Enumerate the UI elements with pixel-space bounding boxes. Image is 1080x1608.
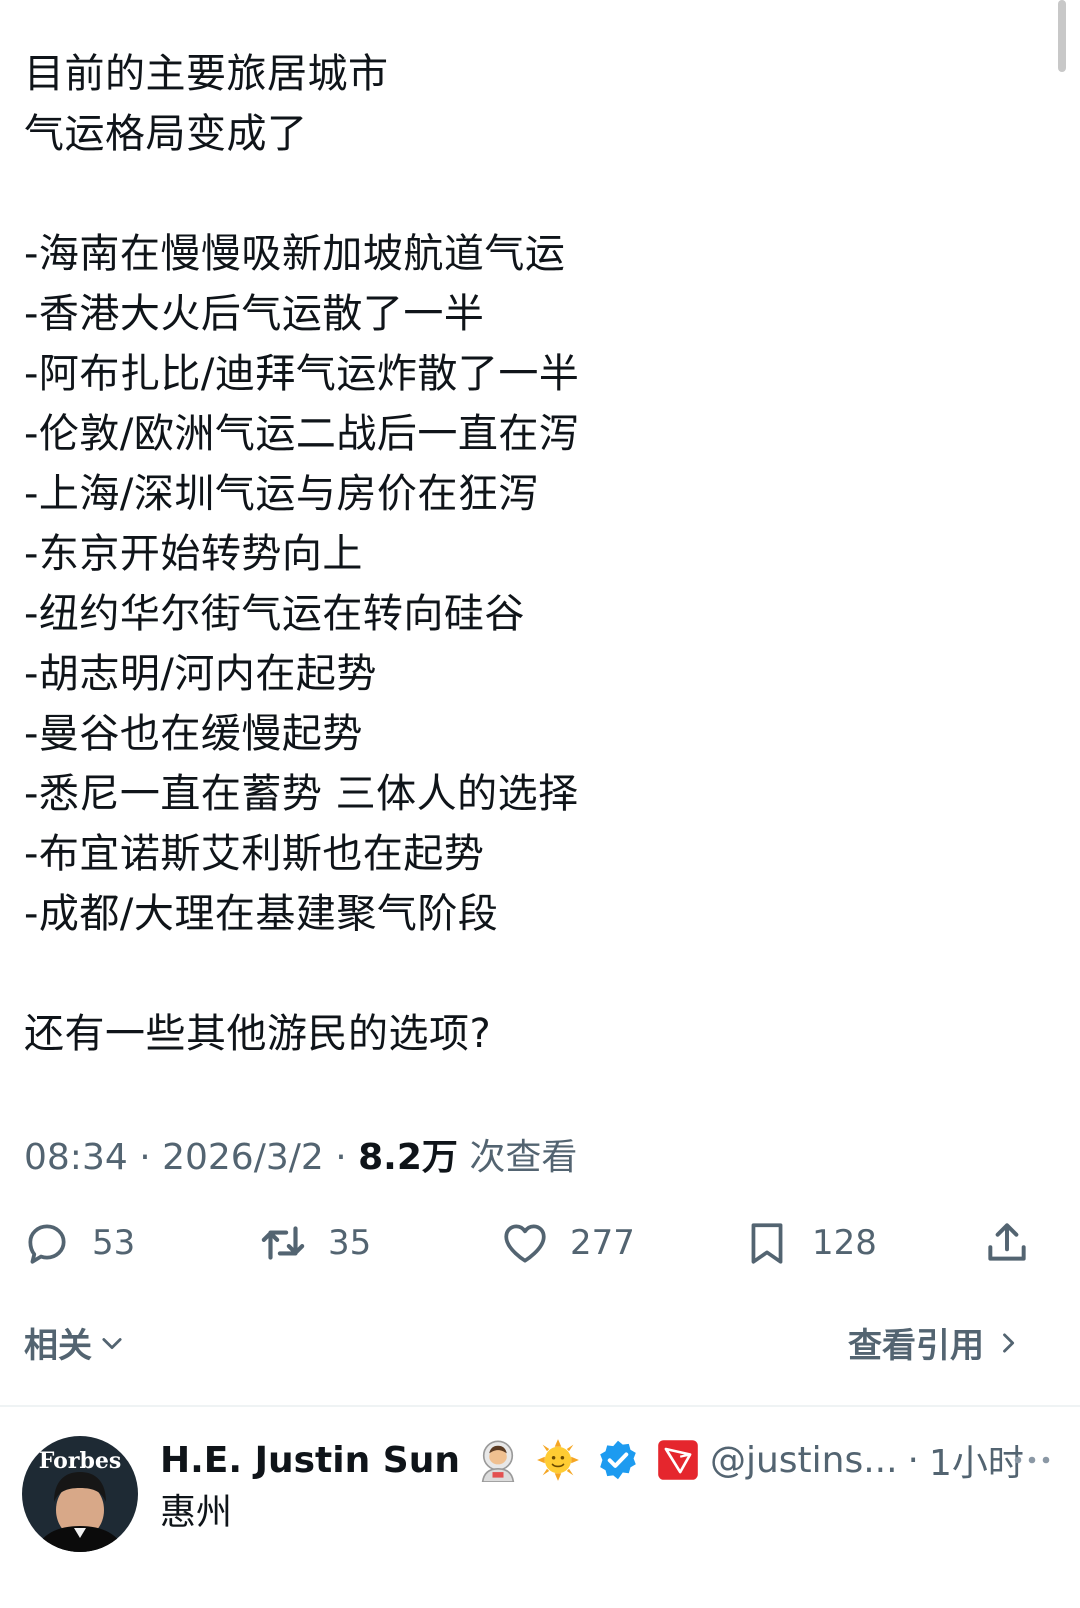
tweet-line: -纽约华尔街气运在转向硅谷 (24, 591, 525, 637)
reply-time-ago[interactable]: 1小时 (929, 1434, 1024, 1486)
tweet-line: -悉尼一直在蓄势 三体人的选择 (24, 771, 579, 817)
tron-logo-icon (658, 1440, 698, 1480)
tweet-time[interactable]: 08:34 (24, 1137, 128, 1178)
tweet-line: -上海/深圳气运与房价在狂泻 (24, 471, 539, 517)
tweet-text: 目前的主要旅居城市 气运格局变成了 -海南在慢慢吸新加坡航道气运 -香港大火后气… (24, 44, 1044, 1064)
views-label: 次查看 (469, 1137, 578, 1178)
chevron-down-icon (102, 1337, 122, 1349)
scrollbar[interactable] (1058, 0, 1066, 72)
reply-tweet[interactable]: Forbes H.E. Justin Sun @justins... · 1小时… (0, 1408, 1080, 1608)
tweet-line: -成都/大理在基建聚气阶段 (24, 891, 499, 937)
tweet-line: -曼谷也在缓慢起势 (24, 711, 363, 757)
retweet-icon (261, 1226, 305, 1260)
tweet-line: -布宜诺斯艾利斯也在起势 (24, 831, 485, 877)
reply-header: H.E. Justin Sun @justins... · 1小时 (160, 1430, 1024, 1490)
avatar-portrait (36, 1472, 124, 1552)
sun-emoji-icon (537, 1439, 579, 1481)
more-options-icon[interactable] (1012, 1450, 1052, 1470)
tweet-date[interactable]: 2026/3/2 (162, 1137, 324, 1178)
related-label: 相关 (24, 1326, 92, 1366)
tweet-line: -香港大火后气运散了一半 (24, 291, 485, 337)
related-bar: 相关 查看引用 (24, 1318, 1032, 1378)
reply-author-name[interactable]: H.E. Justin Sun (160, 1440, 460, 1481)
meta-separator: · (907, 1439, 919, 1481)
tweet-line: -伦敦/欧洲气运二战后一直在泻 (24, 411, 580, 457)
bookmark-button[interactable]: 128 (742, 1208, 877, 1278)
reply-icon (28, 1224, 66, 1264)
heart-icon (504, 1224, 546, 1263)
share-icon (988, 1223, 1026, 1261)
verified-badge-icon (600, 1440, 636, 1480)
view-quotes-label: 查看引用 (848, 1326, 984, 1366)
bookmark-count: 128 (812, 1223, 877, 1263)
tweet-meta: 08:34 · 2026/3/2 · 8.2万 次查看 (24, 1128, 577, 1180)
reply-text: 惠州 (160, 1492, 233, 1533)
tweet-line: 还有一些其他游民的选项? (24, 1011, 492, 1057)
meta-separator: · (139, 1137, 163, 1178)
tweet-line: 目前的主要旅居城市 (24, 51, 389, 97)
tweet-line: -阿布扎比/迪拜气运炸散了一半 (24, 351, 580, 397)
chevron-right-icon (1003, 1332, 1015, 1353)
view-quotes-link[interactable]: 查看引用 (848, 1318, 1022, 1367)
views-count[interactable]: 8.2万 (358, 1137, 458, 1178)
section-divider (0, 1405, 1080, 1407)
reply-author-handle[interactable]: @justins... (710, 1440, 898, 1481)
tweet-line: -东京开始转势向上 (24, 531, 363, 577)
meta-separator: · (335, 1137, 359, 1178)
astronaut-emoji-icon (481, 1440, 515, 1482)
related-dropdown[interactable]: 相关 (24, 1318, 126, 1367)
tweet-line: 气运格局变成了 (24, 111, 308, 157)
action-bar: 53 35 277 128 (0, 1208, 1080, 1278)
reply-count: 53 (92, 1223, 136, 1263)
retweet-count: 35 (328, 1223, 372, 1263)
tweet-line: -海南在慢慢吸新加坡航道气运 (24, 231, 566, 277)
reply-button[interactable]: 53 (22, 1208, 135, 1278)
like-count: 277 (570, 1223, 635, 1263)
share-button[interactable] (982, 1208, 1032, 1278)
bookmark-icon (751, 1223, 783, 1264)
retweet-button[interactable]: 35 (258, 1208, 371, 1278)
avatar[interactable]: Forbes (22, 1436, 138, 1552)
like-button[interactable]: 277 (500, 1208, 635, 1278)
tweet-line: -胡志明/河内在起势 (24, 651, 377, 697)
